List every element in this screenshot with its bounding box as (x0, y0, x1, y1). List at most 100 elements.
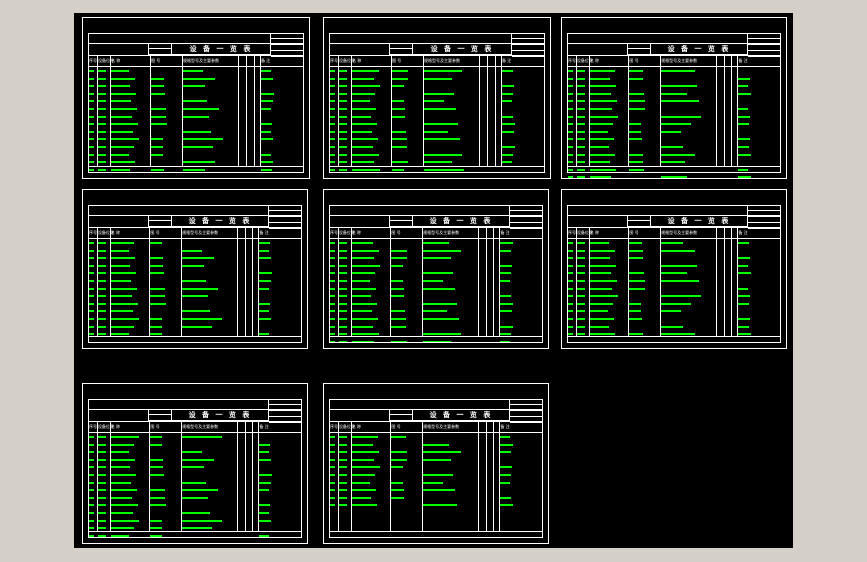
cell-text (576, 85, 585, 88)
cell-text (629, 70, 644, 72)
cell-text (738, 138, 751, 141)
cell-text (629, 310, 642, 313)
cell-text (259, 272, 273, 275)
cell-text (589, 242, 609, 244)
cell-text (89, 146, 94, 148)
cell-text (182, 512, 210, 514)
cell-text (589, 176, 611, 179)
cell-text (338, 287, 347, 290)
cell-text (629, 161, 644, 164)
cell-text (738, 333, 752, 336)
cell-text (88, 519, 94, 522)
cell-text (424, 153, 462, 156)
sheet-table: 设 备 一 览 表序号 设备位号名 称图 号规格型号及主要参数备 注 (329, 205, 543, 343)
cell-text (352, 123, 377, 126)
cell-text (183, 130, 211, 133)
cell-text (98, 70, 106, 72)
cell-text (589, 161, 610, 164)
cell-text (98, 115, 106, 118)
cell-text (89, 85, 94, 88)
table-body (329, 239, 543, 343)
cell-text (351, 295, 371, 298)
cell-text (330, 146, 335, 148)
cell-text (97, 287, 106, 290)
column-header-label: 图 号 (150, 424, 160, 429)
cell-text (111, 138, 139, 141)
subtitle-block (389, 215, 413, 227)
column-header-label: 序号 (330, 230, 338, 235)
cell-text (330, 108, 335, 110)
cell-text (576, 333, 585, 336)
cell-text (97, 527, 106, 530)
cell-text (391, 489, 405, 492)
sheet-4[interactable]: 设 备 一 览 表序号 设备位号名 称图 号规格型号及主要参数备 注 (82, 189, 308, 349)
cell-text (567, 100, 573, 103)
cell-text (738, 272, 752, 275)
cell-text (261, 92, 274, 95)
cell-text (338, 295, 347, 298)
cell-text (424, 108, 456, 110)
column-header: 序号 设备位号名 称图 号规格型号及主要参数备 注 (567, 227, 781, 239)
cell-text (338, 249, 347, 252)
sheet-6[interactable]: 设 备 一 览 表序号 设备位号名 称图 号规格型号及主要参数备 注 (561, 189, 787, 349)
cell-text (502, 85, 514, 88)
cell-text (329, 318, 335, 320)
cell-text (424, 123, 458, 126)
cell-text (182, 264, 204, 267)
cell-text (151, 123, 167, 126)
drawing-viewport[interactable]: 设 备 一 览 表序号 设备位号名 称图 号规格型号及主要参数备 注 设 备 一 … (74, 13, 793, 548)
cell-text (98, 123, 106, 126)
cell-text (150, 272, 165, 275)
cell-text (110, 443, 134, 446)
cell-text (150, 242, 163, 244)
cell-text (502, 92, 513, 95)
sheet-footer (329, 166, 545, 173)
cell-text (338, 496, 347, 499)
cell-text (338, 451, 347, 454)
column-header-label: 序号 (330, 58, 338, 63)
cell-text (150, 436, 163, 438)
cell-text (151, 115, 166, 118)
cell-text (183, 70, 203, 72)
cell-text (259, 474, 273, 476)
cell-text (110, 302, 138, 305)
cell-text (423, 458, 451, 461)
sheet-5[interactable]: 设 备 一 览 表序号 设备位号名 称图 号规格型号及主要参数备 注 (323, 189, 549, 349)
sheet-8[interactable]: 设 备 一 览 表序号 设备位号名 称图 号规格型号及主要参数备 注 (323, 383, 549, 544)
cell-text (88, 504, 94, 507)
doc-title: 设 备 一 览 表 (172, 215, 268, 227)
cell-text (391, 264, 404, 267)
cell-text (391, 310, 406, 313)
sheet-1[interactable]: 设 备 一 览 表序号 设备位号名 称图 号规格型号及主要参数备 注 (82, 17, 310, 179)
cell-text (424, 77, 452, 80)
cell-text (589, 318, 614, 320)
cell-text (576, 280, 585, 282)
sheet-7[interactable]: 设 备 一 览 表序号 设备位号名 称图 号规格型号及主要参数备 注 (82, 383, 308, 544)
cell-text (259, 287, 270, 290)
column-header-label: 名 称 (351, 424, 362, 429)
column-header-label: 备 注 (738, 58, 748, 63)
cell-text (392, 146, 407, 148)
cell-text (567, 318, 573, 320)
cell-text (329, 257, 335, 260)
sheet-table: 设 备 一 览 表序号 设备位号名 称图 号规格型号及主要参数备 注 (88, 399, 302, 538)
cell-text (97, 466, 106, 469)
cell-text (259, 519, 272, 522)
cell-text (629, 302, 642, 305)
cell-text (338, 242, 347, 244)
cell-text (423, 504, 457, 507)
cell-text (97, 481, 106, 484)
cell-text (567, 130, 573, 133)
cell-text (351, 466, 380, 469)
cell-text (661, 310, 681, 313)
cell-text (500, 496, 512, 499)
cell-text (151, 153, 163, 156)
sheet-2[interactable]: 设 备 一 览 表序号 设备位号名 称图 号规格型号及主要参数备 注 (323, 17, 551, 179)
cell-text (151, 108, 166, 110)
cell-text (182, 489, 218, 492)
cell-text (329, 436, 335, 438)
cell-text (339, 161, 347, 164)
sheet-3[interactable]: 设 备 一 览 表序号 设备位号名 称图 号规格型号及主要参数备 注 (561, 17, 787, 179)
cell-text (150, 496, 166, 499)
cell-text (150, 318, 163, 320)
